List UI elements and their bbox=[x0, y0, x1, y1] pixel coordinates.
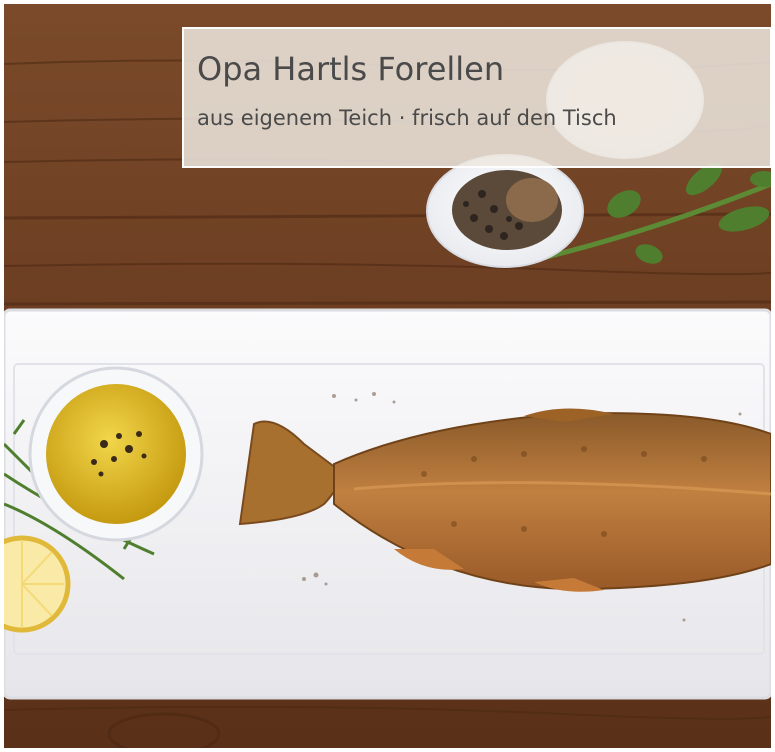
hero-image-frame: Opa Hartls Forellen aus eigenem Teich · … bbox=[4, 4, 771, 748]
caption-title: Opa Hartls Forellen bbox=[197, 50, 505, 88]
title-caption-box: Opa Hartls Forellen aus eigenem Teich · … bbox=[182, 27, 771, 168]
caption-subtitle: aus eigenem Teich · frisch auf den Tisch bbox=[197, 106, 617, 130]
